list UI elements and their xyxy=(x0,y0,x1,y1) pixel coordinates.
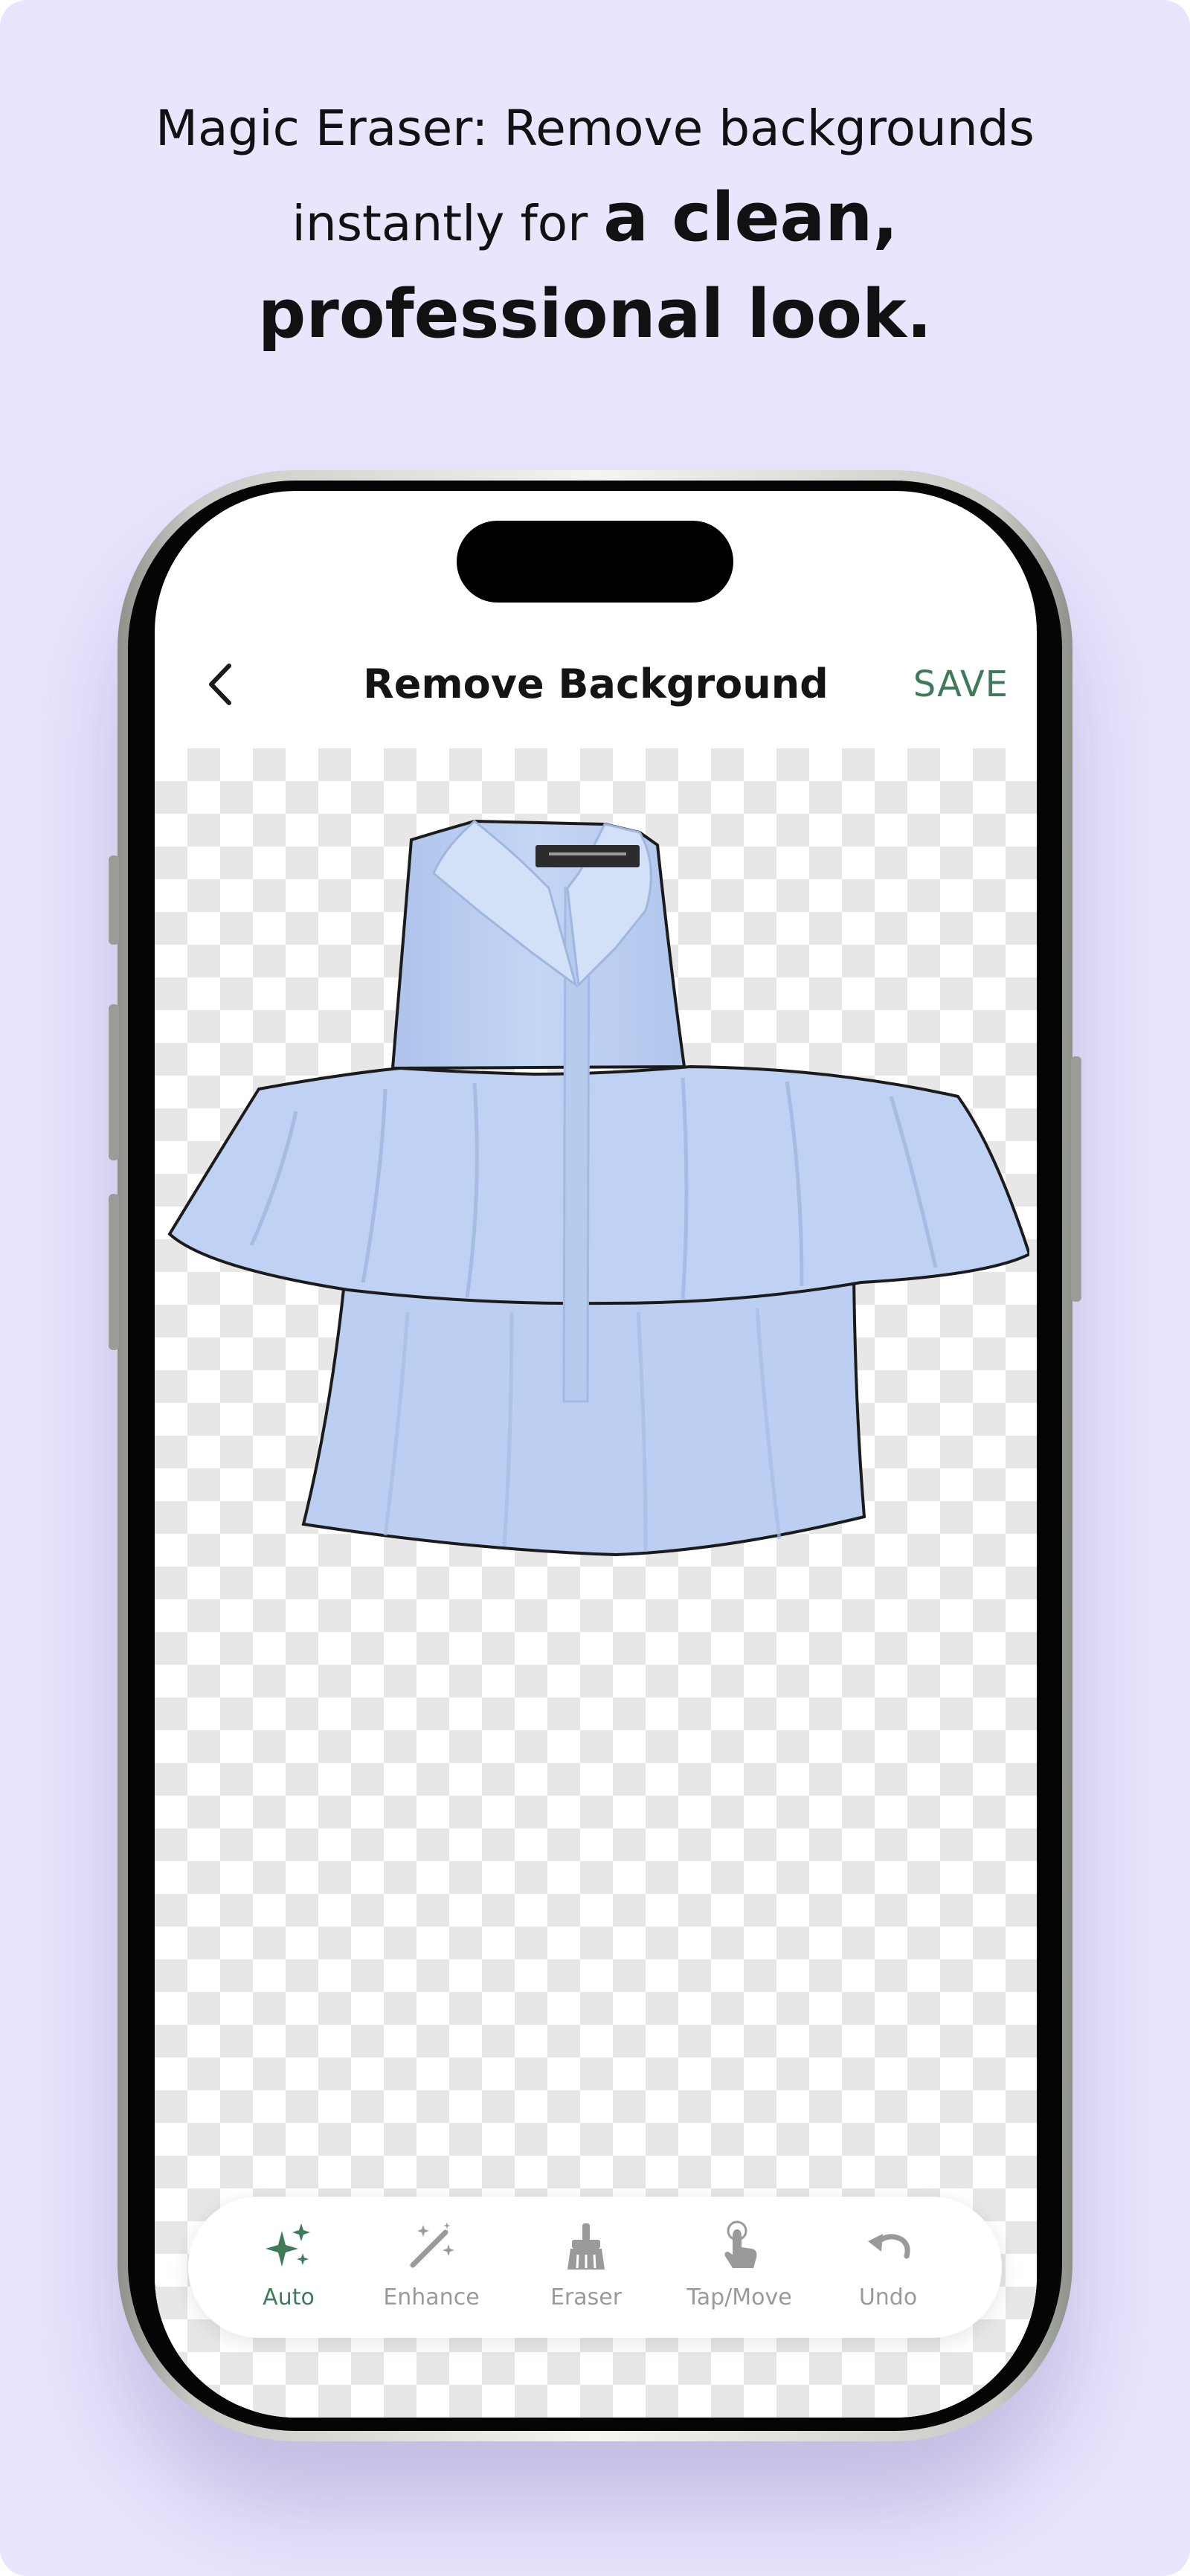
edit-toolbar: Auto Enhance Eraser Tap/Move Undo xyxy=(188,2197,1002,2338)
tap-hand-icon xyxy=(724,2220,757,2268)
tool-eraser-label: Eraser xyxy=(550,2284,623,2310)
tool-enhance[interactable]: Enhance xyxy=(361,2197,502,2338)
tool-auto-label: Auto xyxy=(263,2284,315,2310)
phone-mute-button xyxy=(109,855,119,945)
phone-screen: Remove Background SAVE Auto Enhance Eras… xyxy=(155,491,1037,2418)
tool-auto[interactable]: Auto xyxy=(218,2197,359,2338)
phone-volume-up-button xyxy=(109,1004,119,1160)
screen-title: Remove Background xyxy=(363,661,829,707)
blouse-image[interactable] xyxy=(162,762,1029,1580)
phone-volume-down-button xyxy=(109,1194,119,1350)
undo-icon xyxy=(868,2234,910,2259)
tool-undo-label: Undo xyxy=(858,2284,918,2310)
magic-wand-icon xyxy=(410,2222,454,2268)
headline-line-2: instantly for a clean, xyxy=(60,170,1130,266)
save-button[interactable]: SAVE xyxy=(913,658,1009,710)
dynamic-island xyxy=(457,521,733,603)
promo-canvas: Magic Eraser: Remove backgrounds instant… xyxy=(0,0,1190,2576)
tool-tap-move-label: Tap/Move xyxy=(686,2284,792,2310)
sparkles-icon xyxy=(266,2223,310,2267)
eraser-brush-icon xyxy=(567,2223,605,2270)
headline-line-2-bold: a clean, xyxy=(603,179,898,257)
phone-power-button xyxy=(1071,1056,1081,1302)
headline-line-1: Magic Eraser: Remove backgrounds xyxy=(155,100,1035,157)
tool-tap-move[interactable]: Tap/Move xyxy=(669,2197,810,2338)
promo-headline: Magic Eraser: Remove backgrounds instant… xyxy=(60,73,1130,363)
headline-line-2-regular: instantly for xyxy=(292,195,604,252)
tool-eraser[interactable]: Eraser xyxy=(515,2197,657,2338)
tool-enhance-label: Enhance xyxy=(383,2284,480,2310)
headline-line-3: professional look. xyxy=(257,275,933,353)
tool-undo[interactable]: Undo xyxy=(817,2197,959,2338)
